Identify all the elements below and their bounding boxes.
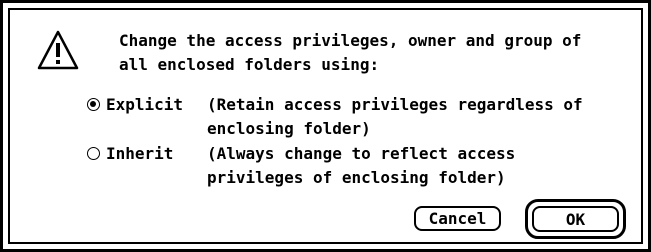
dialog-message: Change the access privileges, owner and … xyxy=(119,31,582,74)
inherit-description: (Always change to reflect access privile… xyxy=(207,144,516,187)
inherit-label[interactable]: Inherit xyxy=(106,142,210,166)
explicit-label[interactable]: Explicit xyxy=(106,93,210,117)
inherit-option[interactable]: Inherit xyxy=(87,142,210,166)
inherit-radio-button[interactable] xyxy=(87,147,100,160)
explicit-description: (Retain access privileges regardless of … xyxy=(207,95,583,138)
ok-button[interactable]: OK xyxy=(532,206,619,232)
caution-icon xyxy=(37,30,79,70)
explicit-radio-button[interactable] xyxy=(87,98,100,111)
cancel-button[interactable]: Cancel xyxy=(414,206,501,231)
default-button-ring: OK xyxy=(525,199,626,239)
access-privileges-dialog: Change the access privileges, owner and … xyxy=(0,0,651,252)
explicit-option[interactable]: Explicit xyxy=(87,93,210,117)
